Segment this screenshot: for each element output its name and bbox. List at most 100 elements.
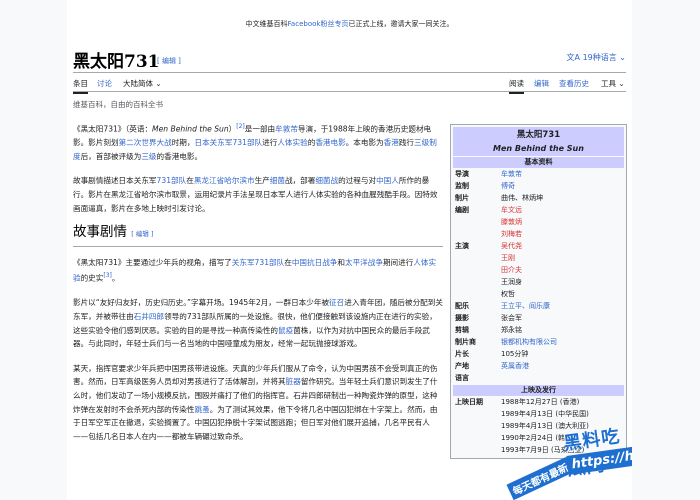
infobox-link[interactable]: 田介夫 [501,264,624,276]
link-chinese[interactable]: 中国人 [376,176,399,185]
link-harbin[interactable]: 黑龙江省哈尔滨市 [194,176,255,185]
link-director[interactable]: 牟敦芾 [275,125,298,134]
link-hongkong[interactable]: 香港 [384,138,399,147]
infobox-link[interactable]: 刘梅若 [501,228,624,240]
infobox-row: 编剧 牟文远 滕敦炳 刘梅若 [453,204,624,240]
infobox-link[interactable]: 牟文远 [501,204,624,216]
infobox-text: 郑永铭 [501,326,522,334]
infobox-row: 配乐 王立平、阎乐康 [453,300,624,312]
infobox-row: 剪辑 郑永铭 [453,324,624,336]
link-category-3[interactable]: 三级 [141,152,156,161]
infobox-label: 导演 [455,170,469,178]
infobox-label: 主演 [455,242,469,250]
infobox-value: 张会军 [501,312,624,324]
tab-article[interactable]: 条目 [73,78,88,94]
infobox-text: 105分钟 [501,350,529,358]
language-button[interactable]: 文A 19种语言 ⌄ [567,52,626,63]
infobox-label: 配乐 [455,302,469,310]
infobox-value: 王立平、阎乐康 [501,300,624,312]
infobox-value: 曲伟、林炳坤 [501,192,624,204]
chevron-down-icon: ⌄ [618,79,625,88]
paragraph-summary: 故事剧情描述日本关东军731部队在黑龙江省哈尔滨市生产细菌战，部署细菌战的过程与… [73,176,438,213]
link-bacteria[interactable]: 细菌 [270,176,285,185]
infobox-label: 语言 [455,374,469,382]
infobox-text: 权哲 [501,290,515,298]
article-page: 中文维基百科Facebook粉丝专页已正式上线，邀请大家一同关注。 黑太阳731… [67,0,632,500]
link-sino-japanese-war[interactable]: 中国抗日战争 [292,258,338,267]
link-kwantung-731[interactable]: 关东军731部队 [232,258,284,267]
link-shiro-ishii[interactable]: 石井四郎 [134,312,164,321]
link-plague[interactable]: 鼠疫 [278,326,293,335]
infobox-label: 片长 [455,350,469,358]
infobox-title: 黑太阳731 [453,127,624,143]
infobox-row: 产地 英属香港 [453,360,624,372]
infobox: 黑太阳731 Men Behind the Sun 基本资料 导演 牟敦芾监制 傅奇… [450,124,627,459]
infobox-link[interactable]: 王立平、阎乐康 [501,300,624,312]
infobox-row: 导演 牟敦芾 [453,168,624,180]
link-731[interactable]: 731部队 [157,176,187,185]
link-organs[interactable]: 脏器 [286,377,301,386]
reference-link[interactable]: [2] [236,123,245,130]
link-hk-film[interactable]: 香港电影 [315,138,345,147]
infobox-link[interactable]: 牟敦芾 [501,168,624,180]
page-tabs: 条目 讨论 大陆简体 ⌄ 阅读 编辑 查看历史 工具 ⌄ [73,74,626,94]
infobox-row: 片长 105分钟 [453,348,624,360]
tab-talk[interactable]: 讨论 [97,78,112,89]
infobox-text: 曲伟、林炳坤 [501,194,543,202]
infobox-label: 编剧 [455,206,469,214]
link-pacific-war[interactable]: 太平洋战争 [345,258,383,267]
tagline: 维基百科，自由的百科全书 [73,100,163,109]
infobox-link[interactable]: 王刚 [501,252,624,264]
title-edit-link[interactable]: [ 编辑 ] [157,56,181,66]
translate-icon: 文A [566,53,581,62]
infobox-value [501,372,624,384]
infobox-label: 剪辑 [455,326,469,334]
release-date: 1988年12月27日 (香港) [501,398,580,406]
infobox-link[interactable]: 英属香港 [501,360,624,372]
facebook-link[interactable]: Facebook粉丝专页 [288,20,349,28]
link-human-experiment[interactable]: 人体实验 [277,138,307,147]
infobox-value: 105分钟 [501,348,624,360]
title-bar: 黑太阳731 [ 编辑 ] 文A 19种语言 ⌄ [73,43,626,73]
infobox-link[interactable]: 吴代尧 [501,240,624,252]
infobox-row: 摄影 张会军 [453,312,624,324]
infobox-value: 银都机构有限公司 [501,336,624,348]
link-unit731[interactable]: 日本关东军731部队 [195,138,263,147]
infobox-section-basic: 基本资料 [453,157,624,168]
watermark-tag: 每天都有最新 [506,456,574,500]
variant-selector[interactable]: 大陆简体 ⌄ [123,78,162,89]
reference-link[interactable]: [3] [103,272,112,279]
infobox-text: 王润身 [501,278,522,286]
infobox-label: 摄影 [455,314,469,322]
infobox-label: 制片商 [455,338,476,346]
paragraph-plot-1: 《黑太阳731》主要通过少年兵的视角，描写了关东军731部队在中国抗日战争和太平… [73,257,437,283]
infobox-value: 郑永铭 [501,324,624,336]
infobox-link[interactable]: 银都机构有限公司 [501,336,624,348]
section-edit-link[interactable]: [ 编辑 ] [131,230,153,238]
infobox-value: 牟文远 滕敦炳 刘梅若 [501,204,624,240]
infobox-rows: 导演 牟敦芾监制 傅奇 制片 曲伟、林炳坤编剧 牟文远 滕敦炳 刘梅若主演 吴代尧 王刚 田介夫王润… [453,168,624,384]
infobox-link[interactable]: 傅奇 [501,180,624,192]
paragraph-plot-2: 影片以“友好归友好，历史归历史。”字幕开场。1945年2月，一群日本少年被征召进… [73,298,443,349]
tab-read[interactable]: 阅读 [509,78,524,94]
link-conscription[interactable]: 征召 [329,298,344,307]
infobox-value: 傅奇 [501,180,624,192]
tab-history[interactable]: 查看历史 [559,78,589,89]
site-notice: 中文维基百科Facebook粉丝专页已正式上线，邀请大家一同关注。 [245,20,454,28]
link-flea[interactable]: 跳蚤 [195,405,210,414]
link-germ-warfare[interactable]: 细菌战 [315,176,338,185]
tools-menu[interactable]: 工具 ⌄ [601,78,625,89]
link-ww2[interactable]: 第二次世界大战 [119,138,172,147]
infobox-label: 监制 [455,182,469,190]
release-date: 1989年4月13日 (中华民国) [501,410,589,418]
page-title: 黑太阳731 [73,52,160,72]
infobox-label: 产地 [455,362,469,370]
infobox-value: 吴代尧 王刚 田介夫王润身权哲 [501,240,624,300]
tab-edit[interactable]: 编辑 [534,78,549,89]
infobox-link[interactable]: 滕敦炳 [501,216,624,228]
infobox-text: 张会军 [501,314,522,322]
paragraph-plot-3: 某天，指挥官要求少年兵把中国男孩带进设施。天真的少年兵们服从了命令，认为中国男孩… [73,363,438,441]
infobox-subtitle: Men Behind the Sun [453,143,624,156]
article-body: 《黑太阳731》（英语：Men Behind the Sun）[2]是一部由牟敦… [73,120,443,454]
infobox-row: 制片 曲伟、林炳坤 [453,192,624,204]
